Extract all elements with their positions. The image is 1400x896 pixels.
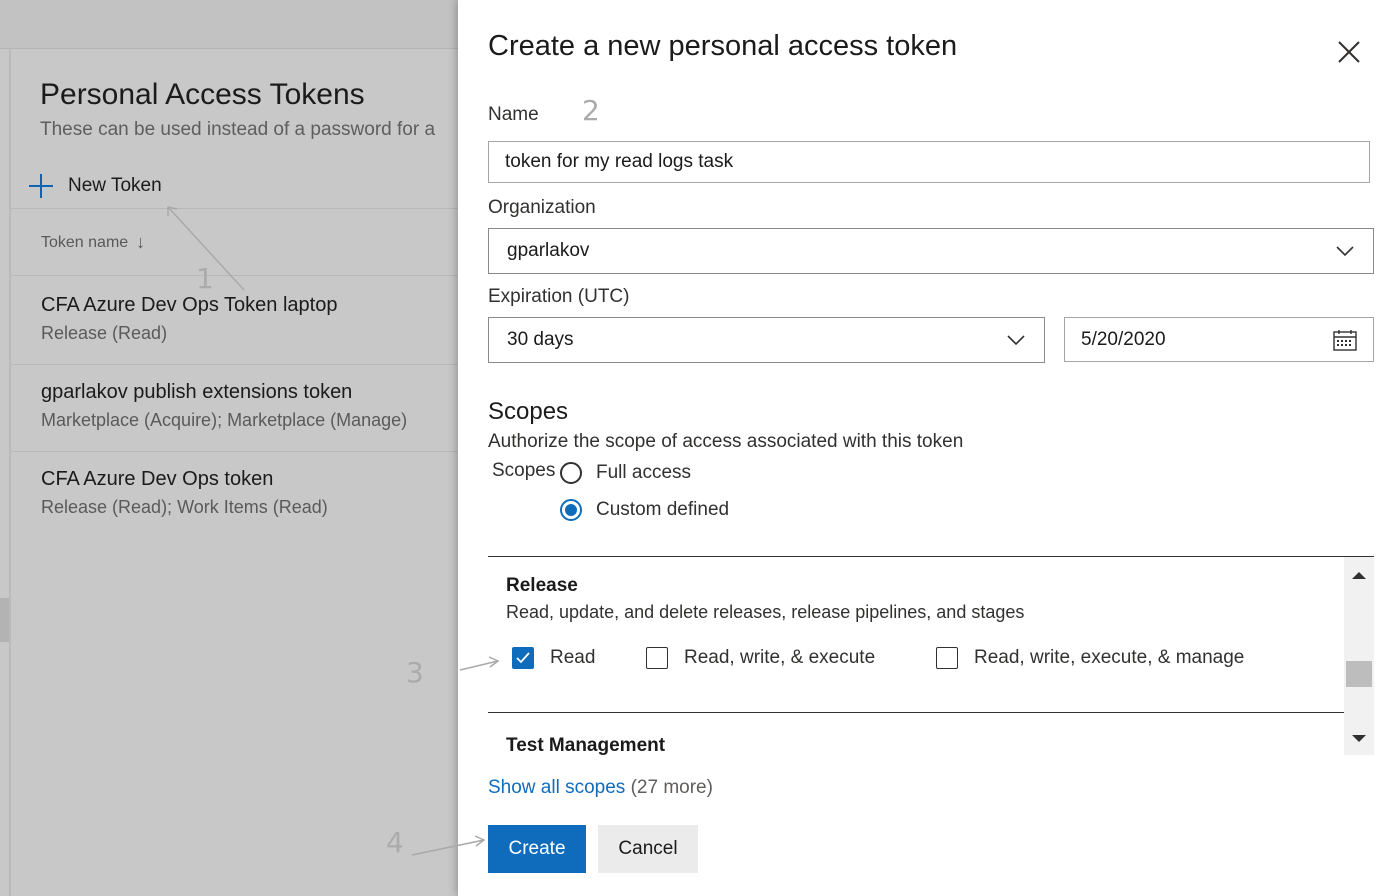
radio-label: Full access	[596, 462, 692, 483]
chevron-down-icon	[1336, 246, 1354, 257]
show-all-scopes-link[interactable]: Show all scopes	[488, 777, 625, 798]
checkbox-release-read-write-execute[interactable]: Read, write, & execute	[646, 647, 875, 669]
new-token-label: New Token	[68, 175, 162, 196]
close-icon[interactable]	[1334, 37, 1364, 67]
scopes-heading: Scopes	[488, 398, 569, 425]
create-button[interactable]: Create	[488, 825, 586, 873]
column-header-token-name[interactable]: Token name ↓	[41, 232, 145, 253]
scopes-description: Authorize the scope of access associated…	[488, 431, 964, 452]
calendar-icon[interactable]	[1333, 329, 1357, 351]
radio-button-selected[interactable]	[560, 499, 582, 521]
checkbox-release-read-write-execute-manage[interactable]: Read, write, execute, & manage	[936, 647, 1244, 669]
expiration-date-value: 5/20/2020	[1081, 328, 1166, 350]
name-input[interactable]	[488, 141, 1370, 183]
column-header-label: Token name	[41, 233, 129, 251]
cancel-button[interactable]: Cancel	[598, 825, 698, 873]
checkmark-icon	[516, 652, 530, 664]
scroll-up-icon[interactable]	[1344, 565, 1374, 585]
new-token-button[interactable]: New Token	[28, 170, 162, 202]
token-name: CFA Azure Dev Ops Token laptop	[41, 294, 338, 316]
radio-full-access[interactable]: Full access	[560, 462, 691, 484]
table-row[interactable]: gparlakov publish extensions token Marke…	[41, 381, 407, 431]
scrollbar[interactable]	[1344, 557, 1374, 755]
more-count: (27 more)	[630, 777, 713, 798]
create-token-dialog: Create a new personal access token Name …	[458, 0, 1400, 896]
token-scopes: Marketplace (Acquire); Marketplace (Mana…	[41, 410, 408, 430]
show-all-scopes: Show all scopes (27 more)	[488, 777, 713, 799]
expiration-label: Expiration (UTC)	[488, 286, 630, 307]
scope-divider	[488, 712, 1344, 713]
left-nav-stub	[0, 598, 9, 642]
scope-section-title: Release	[506, 575, 578, 596]
annotation-step-1: 1	[196, 262, 214, 295]
scopes-radio-label: Scopes	[492, 460, 556, 481]
chevron-down-icon	[1007, 335, 1025, 346]
dialog-title: Create a new personal access token	[488, 30, 958, 62]
scope-section-description: Read, update, and delete releases, relea…	[506, 602, 1025, 622]
page-subtitle: These can be used instead of a password …	[40, 119, 436, 140]
scroll-thumb[interactable]	[1346, 661, 1372, 687]
token-scopes: Release (Read); Work Items (Read)	[41, 497, 328, 517]
checkbox[interactable]	[512, 647, 534, 669]
token-scopes: Release (Read)	[41, 323, 168, 343]
organization-label: Organization	[488, 197, 596, 218]
checkbox-label: Read	[550, 647, 596, 668]
expiration-dropdown[interactable]: 30 days	[488, 317, 1045, 363]
checkbox[interactable]	[936, 647, 958, 669]
token-name: CFA Azure Dev Ops token	[41, 468, 274, 490]
annotation-step-4: 4	[386, 826, 404, 859]
left-border	[9, 48, 11, 896]
divider	[11, 364, 458, 365]
organization-value: gparlakov	[507, 240, 590, 261]
table-row[interactable]: CFA Azure Dev Ops Token laptop Release (…	[41, 294, 337, 344]
scope-list-content: Release Read, update, and delete release…	[488, 557, 1344, 755]
page-title: Personal Access Tokens	[40, 78, 365, 111]
checkbox-label: Read, write, execute, & manage	[974, 647, 1245, 668]
radio-label: Custom defined	[596, 499, 730, 520]
expiration-date-input[interactable]: 5/20/2020	[1064, 317, 1374, 362]
radio-button[interactable]	[560, 462, 582, 484]
checkbox-label: Read, write, & execute	[684, 647, 876, 668]
radio-custom-defined[interactable]: Custom defined	[560, 499, 729, 521]
plus-icon	[28, 173, 54, 199]
checkbox-release-read[interactable]: Read	[512, 647, 595, 669]
scope-list: Release Read, update, and delete release…	[488, 556, 1374, 755]
token-name: gparlakov publish extensions token	[41, 381, 353, 403]
organization-dropdown[interactable]: gparlakov	[488, 228, 1374, 274]
divider	[11, 208, 458, 209]
expiration-value: 30 days	[507, 329, 574, 350]
divider	[11, 275, 458, 276]
sort-down-icon: ↓	[136, 232, 146, 252]
annotation-step-2: 2	[582, 94, 600, 127]
annotation-step-3: 3	[406, 656, 424, 689]
scope-section-title: Test Management	[506, 735, 666, 755]
divider	[11, 451, 458, 452]
checkbox[interactable]	[646, 647, 668, 669]
scroll-down-icon[interactable]	[1344, 729, 1374, 749]
name-label: Name	[488, 104, 539, 125]
table-row[interactable]: CFA Azure Dev Ops token Release (Read); …	[41, 468, 328, 518]
